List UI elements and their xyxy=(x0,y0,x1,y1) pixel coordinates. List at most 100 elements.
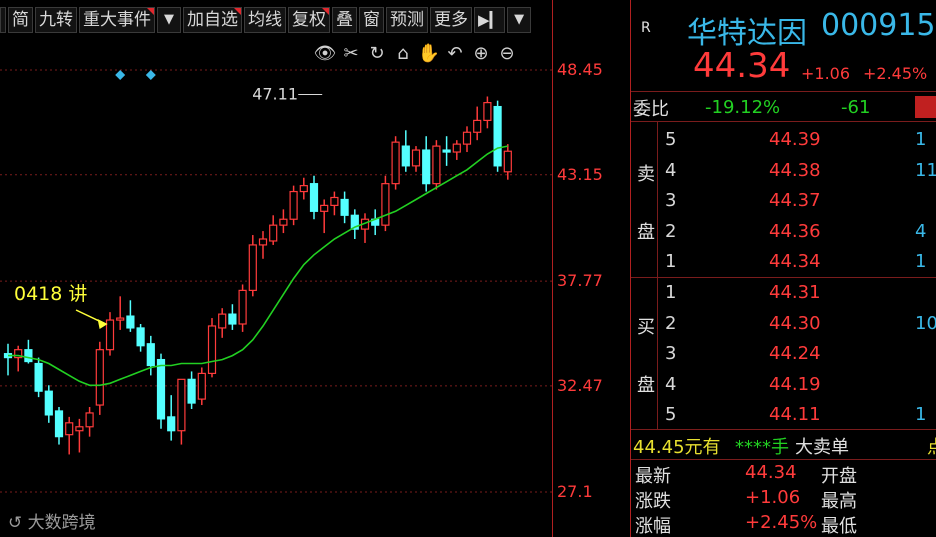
event-marker xyxy=(115,70,126,80)
asks-level-row[interactable]: 3 44.37 xyxy=(631,186,936,216)
candle-body xyxy=(177,378,186,432)
candle-body xyxy=(411,149,421,167)
candle-body xyxy=(116,317,125,321)
bids-level-volume: 1 xyxy=(915,404,927,425)
asks-level-volume: 4 xyxy=(915,220,927,242)
r-badge: R xyxy=(641,20,651,36)
candle-body xyxy=(330,196,339,206)
candle-body xyxy=(279,218,288,226)
bids-level-number: 4 xyxy=(665,373,677,395)
candle-body xyxy=(401,145,410,167)
stock-code: 000915 xyxy=(821,8,936,43)
quote-panel: R 华特达因 000915 44.34 +1.06 +2.45% 委比 -19.… xyxy=(631,0,936,537)
divider xyxy=(631,91,936,92)
bids-level-row[interactable]: 3 44.24 xyxy=(631,339,936,369)
candle-body xyxy=(248,244,257,291)
candle-body xyxy=(197,372,206,400)
high-price-label: 47.11 xyxy=(252,84,298,103)
candle-body xyxy=(452,143,461,153)
bids-level-price: 44.24 xyxy=(769,343,821,364)
big-order-label: 大卖单 xyxy=(795,437,849,458)
bids-level-number: 1 xyxy=(665,282,677,303)
ratio-badge xyxy=(915,96,936,118)
asks-level-row[interactable]: 4 44.38 11 xyxy=(631,156,936,186)
candle-body xyxy=(422,149,431,185)
candle-body xyxy=(493,105,502,167)
stat-label-2: 最低 xyxy=(821,516,857,537)
price-change: +1.06 xyxy=(801,64,851,83)
logo-icon: ↺ xyxy=(8,513,28,533)
candle-body xyxy=(289,190,298,220)
bids-level-row[interactable]: 4 44.19 xyxy=(631,370,936,400)
asks-level-number: 4 xyxy=(665,159,677,181)
stat-label: 涨跌 xyxy=(635,491,671,512)
note-label: 0418 讲 xyxy=(14,283,87,305)
candle-body xyxy=(126,315,135,329)
candle-body xyxy=(85,412,94,428)
asks-level-volume: 1 xyxy=(915,251,927,272)
candle-body xyxy=(34,362,43,392)
bids-level-row[interactable]: 1 44.31 xyxy=(631,278,936,308)
price-tick-label: 48.45 xyxy=(557,60,603,79)
stat-label: 涨幅 xyxy=(635,516,671,537)
asks-level-price: 44.38 xyxy=(769,159,821,181)
stat-value: +1.06 xyxy=(745,487,801,508)
asks-level-price: 44.34 xyxy=(769,251,821,272)
candle-body xyxy=(75,426,84,432)
asks-level-number: 2 xyxy=(665,220,677,242)
asks-level-price: 44.39 xyxy=(769,129,821,150)
big-order-amount: 44.45元有 xyxy=(633,437,721,458)
candle-body xyxy=(187,378,196,404)
price-tick-label: 27.1 xyxy=(557,482,593,501)
bids-level-number: 2 xyxy=(665,312,677,334)
candle-body xyxy=(432,145,441,185)
bids-level-row[interactable]: 2 44.30 10 xyxy=(631,309,936,339)
bids-level-volume: 10 xyxy=(915,312,936,334)
bids-level-price: 44.30 xyxy=(769,312,821,334)
divider xyxy=(631,459,936,460)
ratio-value: -19.12% xyxy=(705,97,781,118)
stat-label-2: 最高 xyxy=(821,491,857,512)
big-order-more: 点 xyxy=(927,433,936,459)
asks-level-number: 1 xyxy=(665,251,677,272)
stat-label: 最新 xyxy=(635,466,671,487)
candle-body xyxy=(340,198,349,216)
candle-body xyxy=(136,327,145,347)
bids-level-price: 44.11 xyxy=(769,404,821,425)
candlestick-chart[interactable]: 47.11 0418 讲 xyxy=(0,0,552,537)
stat-label-2: 开盘 xyxy=(821,466,857,487)
price-axis-divider xyxy=(552,0,553,537)
candle-body xyxy=(269,224,278,242)
divider xyxy=(631,429,936,430)
candle-body xyxy=(320,204,329,212)
candle-body xyxy=(391,141,400,185)
watermark-logo: ↺ 大数跨境 xyxy=(8,513,96,533)
ratio-diff: -61 xyxy=(841,97,871,118)
bids-level-row[interactable]: 5 44.11 1 xyxy=(631,400,936,430)
bids-level-number: 5 xyxy=(665,404,677,425)
asks-level-price: 44.36 xyxy=(769,220,821,242)
candle-body xyxy=(167,416,176,432)
candle-body xyxy=(238,289,247,325)
price-tick-label: 43.15 xyxy=(557,164,603,184)
bids-level-number: 3 xyxy=(665,343,677,364)
price-tick-label: 37.77 xyxy=(557,271,603,291)
candle-body xyxy=(503,150,512,173)
candle-body xyxy=(483,102,492,122)
candle-body xyxy=(54,410,64,438)
last-price: 44.34 xyxy=(693,46,791,86)
bids-level-price: 44.19 xyxy=(769,373,821,395)
candle-body xyxy=(207,325,217,375)
asks-level-row[interactable]: 5 44.39 1 xyxy=(631,125,936,155)
candle-body xyxy=(299,185,308,193)
asks-level-row[interactable]: 1 44.34 1 xyxy=(631,247,936,277)
candle-body xyxy=(156,358,166,420)
candle-body xyxy=(218,313,227,329)
bids-level-price: 44.31 xyxy=(769,282,821,303)
stat-value: 44.34 xyxy=(745,462,797,483)
candle-body xyxy=(228,313,237,325)
asks-level-volume: 11 xyxy=(915,159,936,181)
asks-level-row[interactable]: 2 44.36 4 xyxy=(631,217,936,247)
candle-body xyxy=(473,119,482,133)
candle-body xyxy=(105,319,115,351)
